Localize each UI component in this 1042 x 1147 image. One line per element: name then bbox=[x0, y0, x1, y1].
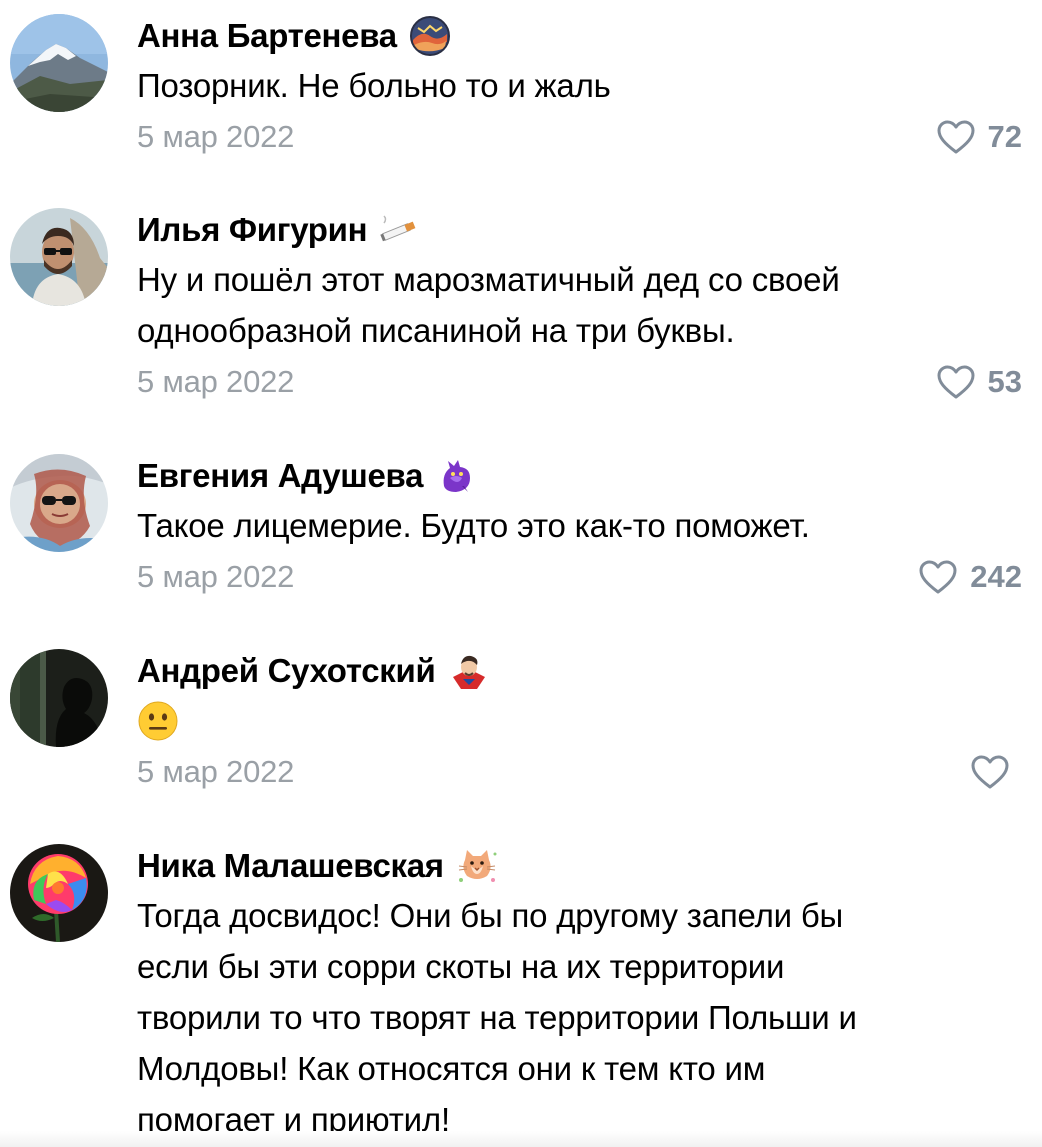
comment-date: 5 мар 2022 bbox=[137, 119, 295, 154]
comment-meta: 5 мар 2022 242 bbox=[137, 555, 1022, 599]
avatar[interactable] bbox=[10, 208, 108, 306]
comment-text: Тогда досвидос! Они бы по другому запели… bbox=[137, 890, 1022, 1145]
avatar[interactable] bbox=[10, 14, 108, 112]
cat-badge-icon bbox=[454, 846, 500, 886]
author-row: Анна Бартенева bbox=[137, 16, 1022, 56]
comment-text: Позорник. Не больно то и жаль bbox=[137, 60, 1022, 111]
heart-icon bbox=[937, 365, 975, 399]
author-name[interactable]: Ника Малашевская bbox=[137, 847, 444, 885]
avatar[interactable] bbox=[10, 649, 108, 747]
comment: Евгения Адушева Такое лицемерие. Будто э… bbox=[0, 454, 1042, 624]
comment-text-line: Ну и пошёл этот марозматичный дед со сво… bbox=[137, 261, 840, 298]
dark-silhouette-avatar-image bbox=[10, 649, 108, 747]
mountain-avatar-image bbox=[10, 14, 108, 112]
avatar[interactable] bbox=[10, 844, 108, 942]
comment-date: 5 мар 2022 bbox=[137, 754, 295, 789]
comment-text-line: Тогда досвидос! Они бы по другому запели… bbox=[137, 897, 844, 934]
author-row: Илья Фигурин bbox=[137, 210, 1022, 250]
comment-date: 5 мар 2022 bbox=[137, 364, 295, 399]
comment-body: Евгения Адушева Такое лицемерие. Будто э… bbox=[137, 456, 1022, 599]
like-button[interactable]: 72 bbox=[936, 117, 1022, 157]
cigarette-badge-icon bbox=[377, 210, 423, 250]
comment-body: Ника Малашевская Тогда досвидос! Они бы … bbox=[137, 846, 1022, 1145]
comment-body: Андрей Сухотский 5 мар 2022 bbox=[137, 651, 1022, 794]
woman-sunglasses-avatar-image bbox=[10, 454, 108, 552]
comment-meta: 5 мар 2022 72 bbox=[137, 115, 1022, 159]
author-row: Ника Малашевская bbox=[137, 846, 1022, 886]
comment: Ника Малашевская Тогда досвидос! Они бы … bbox=[0, 844, 1042, 1147]
comment-text-line: однообразной писаниной на три буквы. bbox=[137, 312, 735, 349]
rainbow-rose-avatar-image bbox=[10, 844, 108, 942]
heart-icon bbox=[919, 560, 957, 594]
comment-text-line: Позорник. Не больно то и жаль bbox=[137, 67, 611, 104]
author-row: Евгения Адушева bbox=[137, 456, 1022, 496]
man-sunglasses-avatar-image bbox=[10, 208, 108, 306]
comment-meta: 5 мар 2022 bbox=[137, 750, 1022, 794]
heart-icon bbox=[937, 120, 975, 154]
comment-text-line: Такое лицемерие. Будто это как-то поможе… bbox=[137, 507, 810, 544]
author-name[interactable]: Евгения Адушева bbox=[137, 457, 423, 495]
like-count: 242 bbox=[970, 559, 1022, 594]
comment-text: Ну и пошёл этот марозматичный дед со сво… bbox=[137, 254, 1022, 356]
comment: Илья Фигурин Ну и пошёл этот марозматичн… bbox=[0, 208, 1042, 428]
comment: Андрей Сухотский 5 мар 2022 bbox=[0, 649, 1042, 819]
doctor-strange-badge-icon bbox=[446, 651, 492, 691]
comment-text-line: если бы эти сорри скоты на их территории bbox=[137, 948, 785, 985]
comment-text-line: Молдовы! Как относятся они к тем кто им bbox=[137, 1050, 766, 1087]
like-button[interactable]: 53 bbox=[936, 362, 1022, 402]
neutral-face-emoji bbox=[138, 701, 178, 740]
comment-body: Илья Фигурин Ну и пошёл этот марозматичн… bbox=[137, 210, 1022, 404]
scroll-edge-shadow bbox=[0, 1131, 1042, 1147]
like-button[interactable]: 242 bbox=[918, 557, 1022, 597]
author-name[interactable]: Анна Бартенева bbox=[137, 17, 397, 55]
comment-text: Такое лицемерие. Будто это как-то поможе… bbox=[137, 500, 1022, 551]
avatar[interactable] bbox=[10, 454, 108, 552]
comment-text bbox=[137, 695, 1022, 746]
like-button[interactable] bbox=[970, 752, 1022, 792]
author-name[interactable]: Илья Фигурин bbox=[137, 211, 368, 249]
comment-body: Анна Бартенева Позорник. Не больно то и … bbox=[137, 16, 1022, 159]
landscape-badge-icon bbox=[407, 16, 453, 56]
comment-date: 5 мар 2022 bbox=[137, 559, 295, 594]
like-count: 53 bbox=[987, 364, 1022, 399]
author-name[interactable]: Андрей Сухотский bbox=[137, 652, 436, 690]
comment-meta: 5 мар 2022 53 bbox=[137, 360, 1022, 404]
author-row: Андрей Сухотский bbox=[137, 651, 1022, 691]
comment: Анна Бартенева Позорник. Не больно то и … bbox=[0, 14, 1042, 194]
purple-dragon-badge-icon bbox=[433, 456, 479, 496]
heart-icon bbox=[971, 755, 1009, 789]
like-count: 72 bbox=[987, 119, 1022, 154]
comment-text-line: творили то что творят на территории Поль… bbox=[137, 999, 857, 1036]
